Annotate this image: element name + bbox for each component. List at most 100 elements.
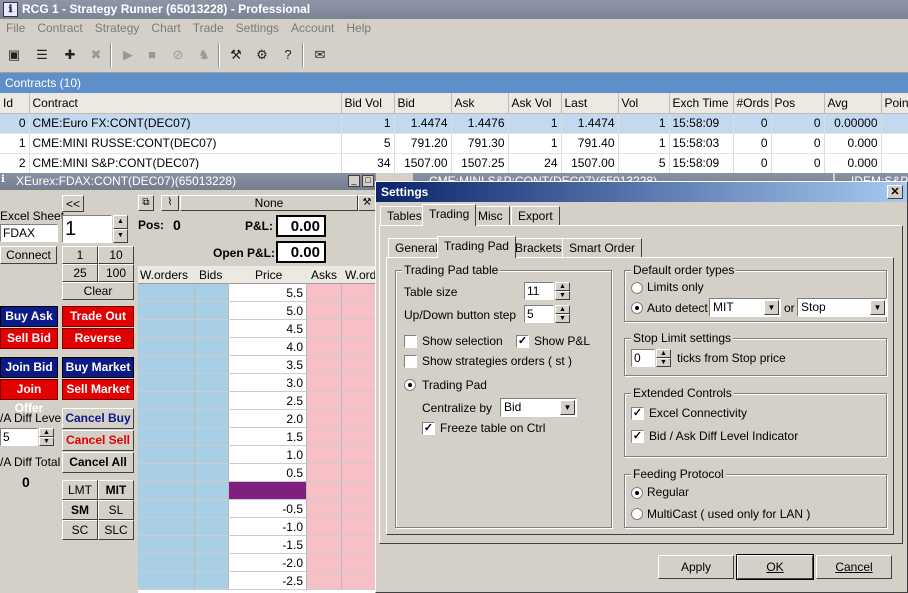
order-type-2-select[interactable]: Stop ▼: [797, 298, 887, 317]
asks-cell[interactable]: [307, 392, 342, 410]
price-cell[interactable]: 0.0: [229, 482, 307, 500]
ladder-row[interactable]: -2.0: [138, 554, 376, 572]
w-ord-cell[interactable]: [342, 356, 376, 374]
ladder-row[interactable]: 5.5: [138, 284, 376, 302]
bids-cell[interactable]: [195, 320, 229, 338]
col-point[interactable]: Point: [881, 93, 908, 114]
menu-chart[interactable]: Chart: [145, 19, 186, 37]
asks-cell[interactable]: [307, 302, 342, 320]
price-cell[interactable]: 4.0: [229, 338, 307, 356]
bids-cell[interactable]: [195, 338, 229, 356]
w-orders-cell[interactable]: [138, 482, 195, 500]
qty-100-button[interactable]: 100: [98, 264, 134, 282]
bids-cell[interactable]: [195, 572, 229, 590]
ladder-row[interactable]: 2.5: [138, 392, 376, 410]
apply-button[interactable]: Apply: [658, 555, 734, 579]
col-avg[interactable]: Avg: [824, 93, 882, 114]
col-id[interactable]: Id: [0, 93, 30, 114]
w-orders-cell[interactable]: [138, 284, 195, 302]
ladder-row[interactable]: -1.0: [138, 518, 376, 536]
w-ord-cell[interactable]: [342, 374, 376, 392]
asks-cell[interactable]: [307, 320, 342, 338]
sc-button[interactable]: SC: [62, 520, 98, 540]
bids-cell[interactable]: [195, 446, 229, 464]
qty-10-button[interactable]: 10: [98, 246, 134, 264]
asks-cell[interactable]: [307, 536, 342, 554]
asks-cell[interactable]: [307, 500, 342, 518]
regular-radio[interactable]: [631, 487, 643, 499]
ok-button[interactable]: OK: [736, 554, 814, 580]
help-icon[interactable]: ?: [278, 45, 298, 65]
clear-button[interactable]: Clear: [62, 282, 134, 300]
ladder-row[interactable]: -1.5: [138, 536, 376, 554]
bids-cell[interactable]: [195, 500, 229, 518]
col-bid-vol[interactable]: Bid Vol: [341, 93, 395, 114]
asks-cell[interactable]: [307, 374, 342, 392]
cancel-all-button[interactable]: Cancel All: [62, 452, 134, 473]
ladder-row[interactable]: 1.5: [138, 428, 376, 446]
col-exch-time[interactable]: Exch Time: [669, 93, 734, 114]
step-up-icon[interactable]: ▲: [555, 305, 570, 314]
w-ord-cell[interactable]: [342, 482, 376, 500]
bids-cell[interactable]: [195, 518, 229, 536]
qty-1-button[interactable]: 1: [62, 246, 98, 264]
price-cell[interactable]: 5.5: [229, 284, 307, 302]
quantity-down-icon[interactable]: ▼: [113, 229, 128, 243]
col-bid[interactable]: Bid: [394, 93, 452, 114]
asks-cell[interactable]: [307, 464, 342, 482]
list-icon[interactable]: ☰: [32, 45, 52, 65]
w-ord-cell[interactable]: [342, 428, 376, 446]
sm-button[interactable]: SM: [62, 500, 98, 520]
stop-limit-field[interactable]: 0: [631, 349, 655, 367]
asks-cell[interactable]: [307, 572, 342, 590]
bids-cell[interactable]: [195, 464, 229, 482]
ladder-row[interactable]: 4.5: [138, 320, 376, 338]
diff-level-up-icon[interactable]: ▲: [39, 428, 54, 437]
w-orders-cell[interactable]: [138, 356, 195, 374]
price-cell[interactable]: 3.5: [229, 356, 307, 374]
col-ask[interactable]: Ask: [451, 93, 509, 114]
w-ord-cell[interactable]: [342, 320, 376, 338]
w-orders-cell[interactable]: [138, 428, 195, 446]
minimize-icon[interactable]: _: [348, 175, 360, 187]
bids-cell[interactable]: [195, 554, 229, 572]
quantity-up-icon[interactable]: ▲: [113, 215, 128, 229]
price-cell[interactable]: 1.0: [229, 446, 307, 464]
menu-file[interactable]: File: [0, 19, 31, 37]
buy-ask-button[interactable]: Buy Ask: [0, 306, 58, 327]
tab-misc[interactable]: Misc: [471, 206, 510, 226]
price-cell[interactable]: -1.5: [229, 536, 307, 554]
ladder-row[interactable]: 1.0: [138, 446, 376, 464]
w-ord-cell[interactable]: [342, 410, 376, 428]
w-orders-cell[interactable]: [138, 374, 195, 392]
ladder-row[interactable]: -2.5: [138, 572, 376, 590]
bids-cell[interactable]: [195, 536, 229, 554]
w-ord-cell[interactable]: [342, 554, 376, 572]
tab-trading[interactable]: Trading: [422, 204, 477, 226]
w-ord-cell[interactable]: [342, 464, 376, 482]
add-icon[interactable]: ✚: [60, 45, 80, 65]
table-size-field[interactable]: 11: [524, 282, 554, 300]
price-cell[interactable]: -2.5: [229, 572, 307, 590]
none-selector[interactable]: None: [180, 195, 358, 211]
table-row[interactable]: 1 CME:MINI RUSSE:CONT(DEC07) 5 791.20 79…: [0, 133, 908, 154]
join-offer-button[interactable]: Join Offer: [0, 379, 58, 415]
menu-settings[interactable]: Settings: [230, 19, 285, 37]
table-size-down-icon[interactable]: ▼: [555, 291, 570, 300]
subtab-smart-order[interactable]: Smart Order: [562, 238, 643, 258]
trade-out-button[interactable]: Trade Out: [62, 306, 134, 327]
asks-cell[interactable]: [307, 482, 342, 500]
price-cell[interactable]: 5.0: [229, 302, 307, 320]
stop-limit-down-icon[interactable]: ▼: [656, 358, 671, 367]
maximize-icon[interactable]: □: [362, 175, 374, 187]
tools-icon[interactable]: ⚒: [358, 195, 376, 211]
ladder-row[interactable]: 5.0: [138, 302, 376, 320]
subtab-trading-pad[interactable]: Trading Pad: [437, 236, 516, 258]
chevron-down-icon[interactable]: ▼: [870, 300, 885, 315]
nav-back-button[interactable]: <<: [62, 195, 84, 212]
asks-cell[interactable]: [307, 554, 342, 572]
col-vol[interactable]: Vol: [618, 93, 670, 114]
price-cell[interactable]: -0.5: [229, 500, 307, 518]
asks-cell[interactable]: [307, 284, 342, 302]
lmt-button[interactable]: LMT: [62, 480, 98, 500]
